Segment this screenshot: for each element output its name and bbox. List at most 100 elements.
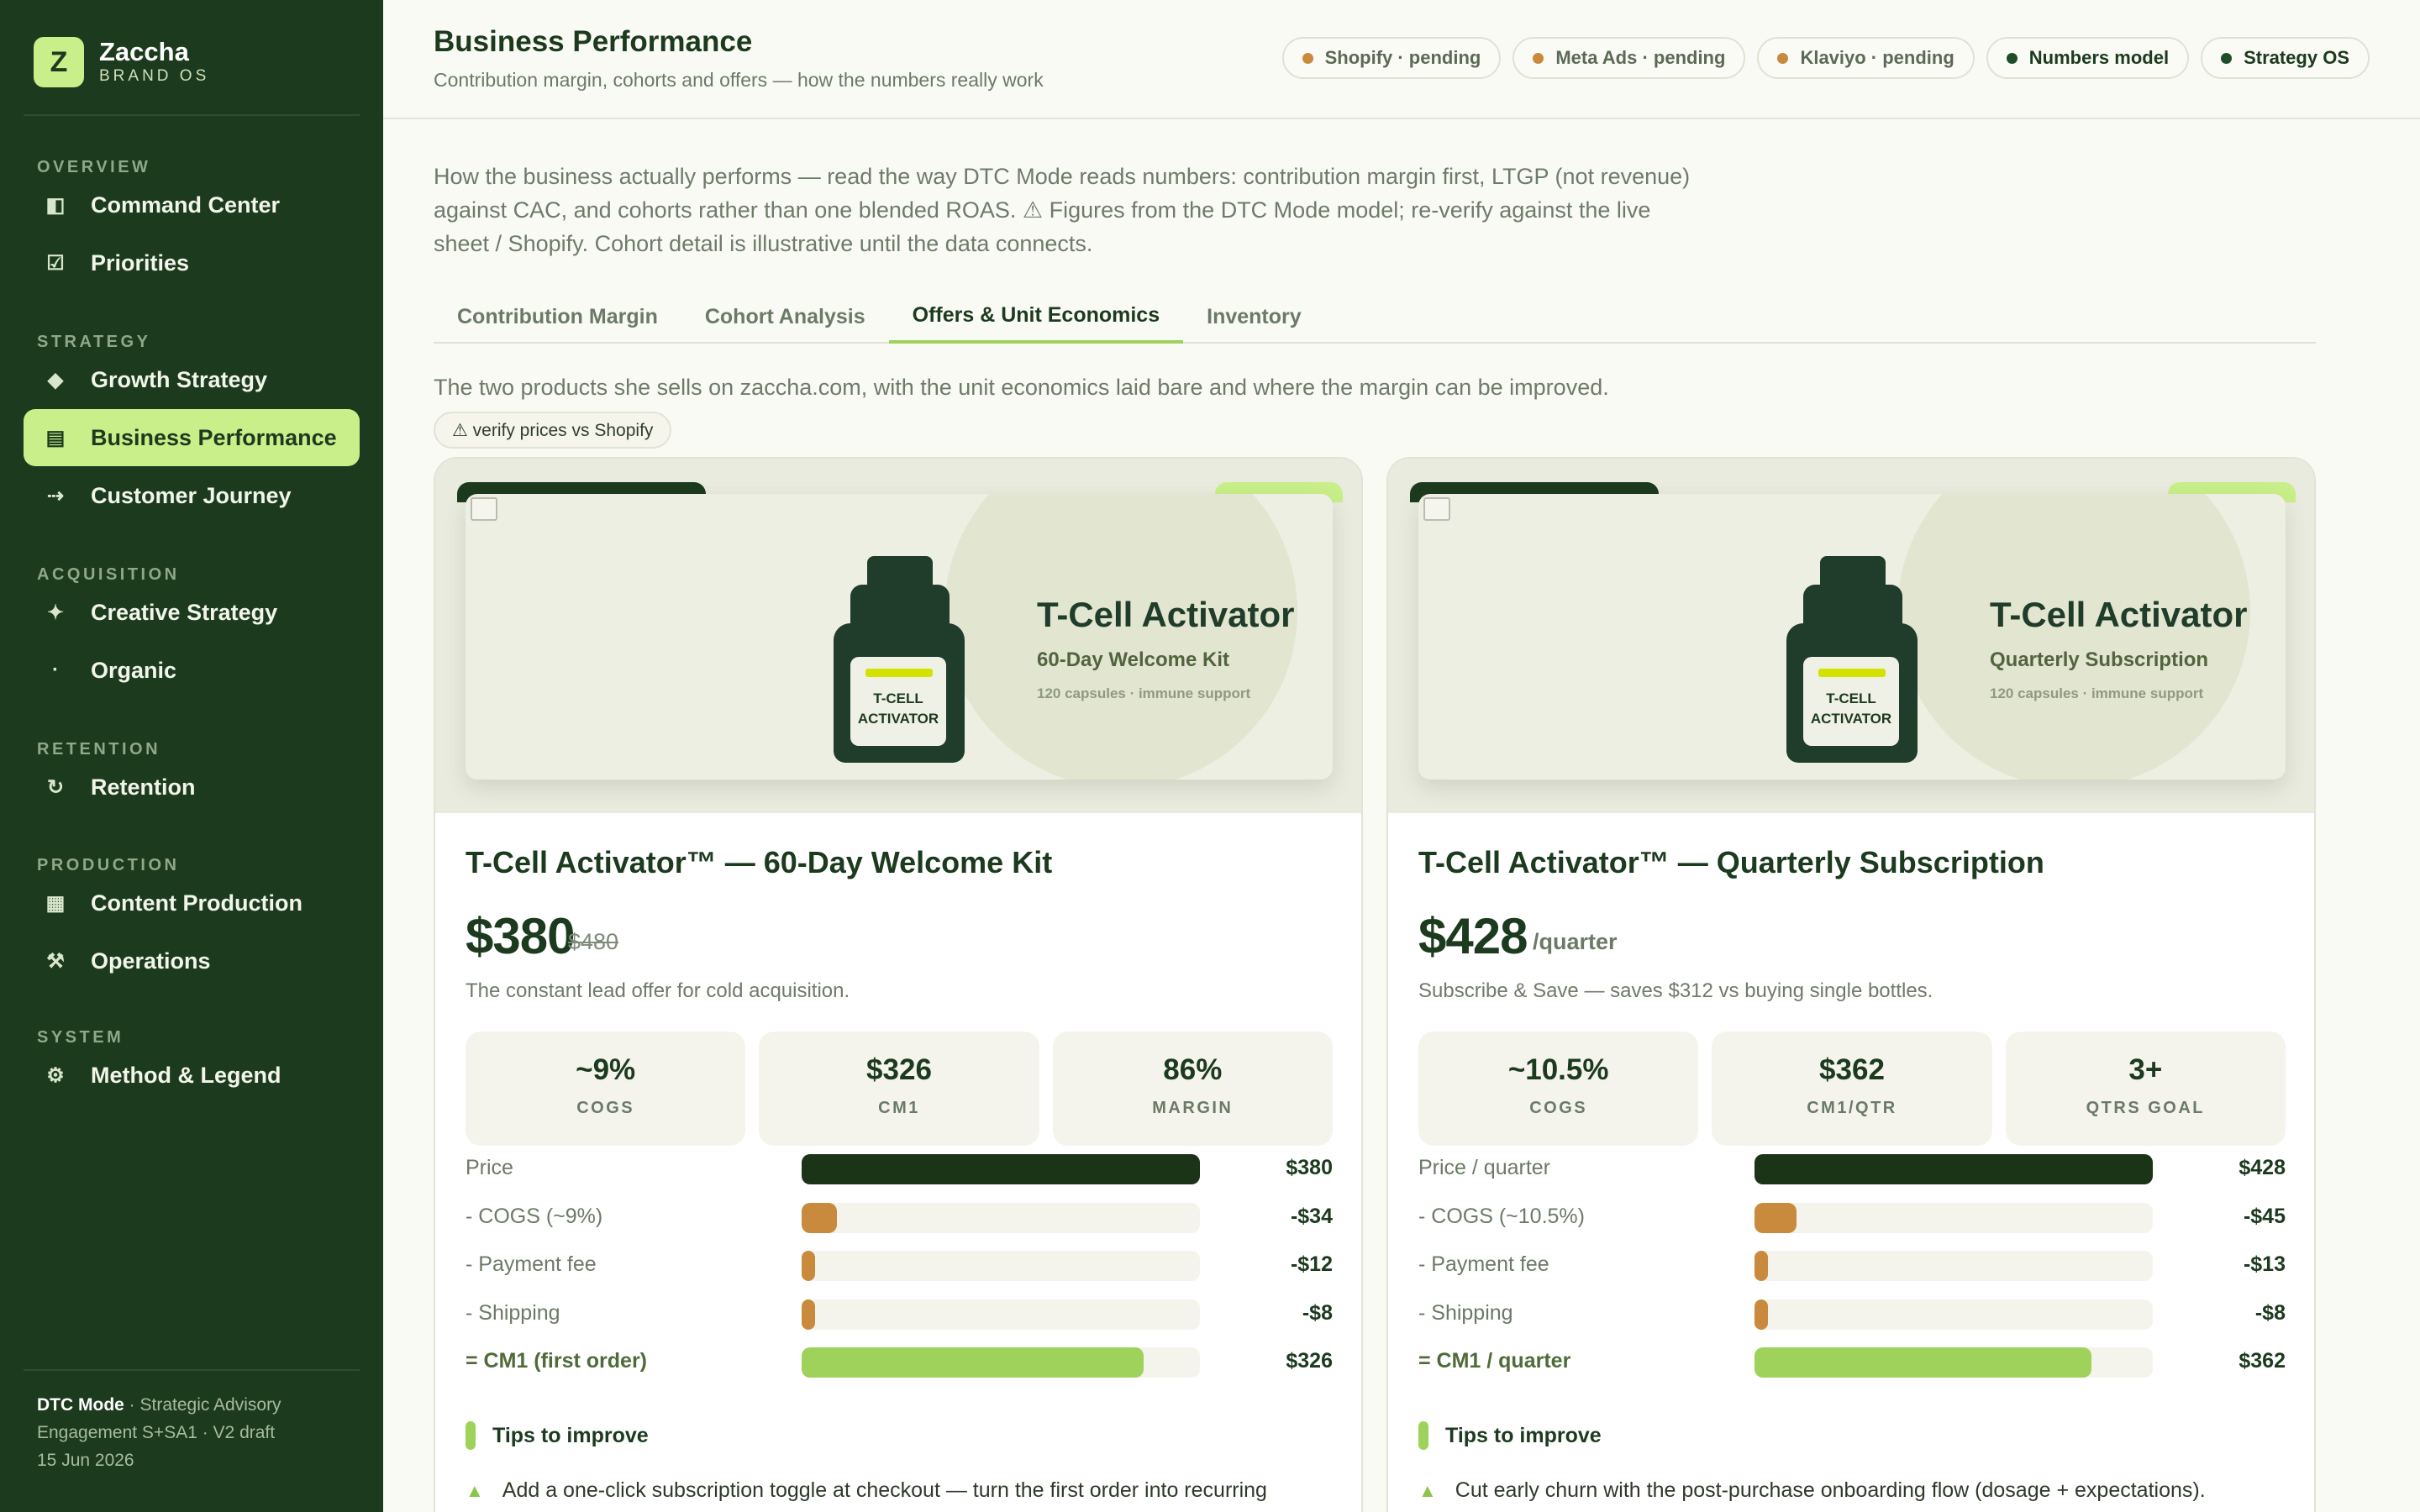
brand-name: Zaccha <box>99 37 189 66</box>
diamond-icon: ◆ <box>47 368 64 391</box>
waterfall-bar <box>1754 1251 1768 1281</box>
hero-variant: Quarterly Subscription <box>1990 648 2209 671</box>
sidebar-item-label: Customer Journey <box>91 482 292 508</box>
sidebar-item-customer-journey[interactable]: ⇢ Customer Journey <box>24 467 360 524</box>
status-dot-icon <box>2221 52 2233 64</box>
waterfall-bar <box>802 1203 837 1233</box>
stat-tile: ~9% COGS <box>466 1032 746 1146</box>
status-pill-strategy-os[interactable]: Strategy OS <box>2201 37 2370 79</box>
status-dot-icon <box>1777 52 1789 64</box>
nav-section-title: RETENTION <box>37 740 161 759</box>
status-dot-icon <box>2006 52 2018 64</box>
pill-label: Meta Ads · pending <box>1555 47 1726 68</box>
sidebar-item-method-legend[interactable]: ⚙ Method & Legend <box>24 1047 360 1104</box>
brand[interactable]: Z Zaccha BRAND OS <box>34 37 209 87</box>
status-pill-numbers-model[interactable]: Numbers model <box>1986 37 2190 79</box>
offers-description: The two products she sells on zaccha.com… <box>434 375 1609 400</box>
footer-brand: DTC Mode <box>37 1395 124 1415</box>
status-pill-klaviyo-pending[interactable]: Klaviyo · pending <box>1757 37 1975 79</box>
waterfall-value: $326 <box>1286 1349 1333 1373</box>
sidebar-item-label: Growth Strategy <box>91 366 268 392</box>
sidebar-item-label: Operations <box>91 948 211 974</box>
sidebar-item-operations[interactable]: ⚒ Operations <box>24 932 360 990</box>
offer-note: The constant lead offer for cold acquisi… <box>466 979 850 1002</box>
waterfall-label: Price / quarter <box>1418 1156 1551 1179</box>
waterfall-track <box>1754 1203 2153 1233</box>
tips-title: Tips to improve <box>1445 1423 1602 1447</box>
checkbox-icon: ☑ <box>46 251 65 275</box>
sidebar-item-label: Command Center <box>91 192 281 218</box>
refresh-icon: ↻ <box>46 775 65 799</box>
footer-line2: Engagement S+SA1 · V2 draft <box>37 1423 276 1442</box>
sidebar-item-label: Content Production <box>91 890 302 916</box>
stat-tile: ~10.5% COGS <box>1418 1032 1699 1146</box>
hero-variant: 60-Day Welcome Kit <box>1037 648 1229 671</box>
original-price: $480 <box>568 929 619 954</box>
sidebar-item-growth-strategy[interactable]: ◆ Growth Strategy <box>24 351 360 408</box>
waterfall-track <box>802 1154 1200 1184</box>
sidebar-item-command-center[interactable]: ◧ Command Center <box>24 176 360 234</box>
status-pill-meta-ads-pending[interactable]: Meta Ads · pending <box>1512 37 1746 79</box>
waterfall-bar <box>1754 1154 2153 1184</box>
tip-item: ▲ Add a one-click subscription toggle at … <box>466 1478 1333 1503</box>
tab-contribution-margin[interactable]: Contribution Margin <box>434 290 681 344</box>
waterfall-track <box>802 1203 1200 1233</box>
waterfall-value: -$8 <box>1302 1301 1333 1325</box>
stat-label: QTRS GOAL <box>2086 1099 2206 1117</box>
waterfall-label: = CM1 / quarter <box>1418 1349 1571 1373</box>
waterfall-label: = CM1 (first order) <box>466 1349 648 1373</box>
sidebar-item-label: Business Performance <box>91 424 337 450</box>
waterfall-value: -$34 <box>1290 1205 1333 1228</box>
integration-pills: Shopify · pending Meta Ads · pending Klavi… <box>1281 37 2370 79</box>
page-header: Business Performance Contribution margin… <box>383 0 2420 119</box>
sidebar-item-organic[interactable]: · Organic <box>24 642 360 699</box>
sidebar-item-priorities[interactable]: ☑ Priorities <box>24 234 360 291</box>
tab-offers-unit-economics[interactable]: Offers & Unit Economics <box>888 290 1184 344</box>
page-subtitle: Contribution margin, cohorts and offers … <box>434 69 1044 91</box>
triangle-bullet-icon: ▲ <box>1418 1480 1437 1501</box>
bottle-neck <box>850 585 950 627</box>
sidebar-item-business-performance[interactable]: ▤ Business Performance <box>24 409 360 466</box>
sidebar-item-content-production[interactable]: ▦ Content Production <box>24 874 360 932</box>
sidebar-divider <box>24 1369 360 1371</box>
status-pill-shopify-pending[interactable]: Shopify · pending <box>1281 37 1502 79</box>
tools-icon: ⚒ <box>46 949 65 973</box>
bottle-illustration: T-CELL ACTIVATOR <box>834 556 965 763</box>
waterfall-bar <box>1754 1203 1797 1233</box>
stat-value: ~9% <box>576 1053 636 1086</box>
waterfall-value: -$45 <box>2243 1205 2286 1228</box>
waterfall-row: - Payment fee -$12 <box>466 1249 1333 1283</box>
triangle-bullet-icon: ▲ <box>466 1480 484 1501</box>
waterfall-value: $380 <box>1286 1156 1333 1179</box>
waterfall-row: - Shipping -$8 <box>466 1298 1333 1331</box>
offer-title: T-Cell Activator™ — 60-Day Welcome Kit <box>466 845 1053 879</box>
sidebar-divider <box>24 114 360 116</box>
waterfall-row: - COGS (~9%) -$34 <box>466 1201 1333 1235</box>
pill-label: Shopify · pending <box>1324 47 1481 68</box>
footer-line1: · Strategic Advisory <box>124 1395 281 1415</box>
tab-cohort-analysis[interactable]: Cohort Analysis <box>681 290 889 344</box>
price-unit: /quarter <box>1533 929 1618 954</box>
stat-tile: 86% MARGIN <box>1052 1032 1333 1146</box>
stat-label: MARGIN <box>1152 1099 1234 1117</box>
grid-icon: ▦ <box>45 891 66 915</box>
sidebar-item-creative-strategy[interactable]: ✦ Creative Strategy <box>24 584 360 641</box>
report-icon: ▤ <box>45 426 66 449</box>
offer-price: $428 <box>1418 908 1528 964</box>
dot-icon: · <box>52 659 59 681</box>
hero-backdrop-circle <box>1897 494 2250 780</box>
tips-accent-bar <box>466 1421 476 1450</box>
tip-text: Cut early churn with the post-purchase o… <box>1455 1478 2206 1502</box>
tip-item: ▲ Cut early churn with the post-purchase … <box>1418 1478 2286 1503</box>
sidebar-item-label: Organic <box>91 657 177 683</box>
waterfall-bar <box>802 1347 1144 1378</box>
tips-accent-bar <box>1418 1421 1428 1450</box>
verify-badge[interactable]: ⚠ verify prices vs Shopify <box>434 412 672 449</box>
sidebar-footer: DTC Mode · Strategic Advisory Engagement… <box>37 1391 281 1474</box>
tips-header: Tips to improve <box>1418 1421 1602 1450</box>
offer-title: T-Cell Activator™ — Quarterly Subscripti… <box>1418 845 2044 879</box>
panel-icon: ◧ <box>45 193 66 217</box>
sidebar-item-retention[interactable]: ↻ Retention <box>24 759 360 816</box>
tab-inventory[interactable]: Inventory <box>1183 290 1325 344</box>
waterfall-row: Price $380 <box>466 1152 1333 1186</box>
